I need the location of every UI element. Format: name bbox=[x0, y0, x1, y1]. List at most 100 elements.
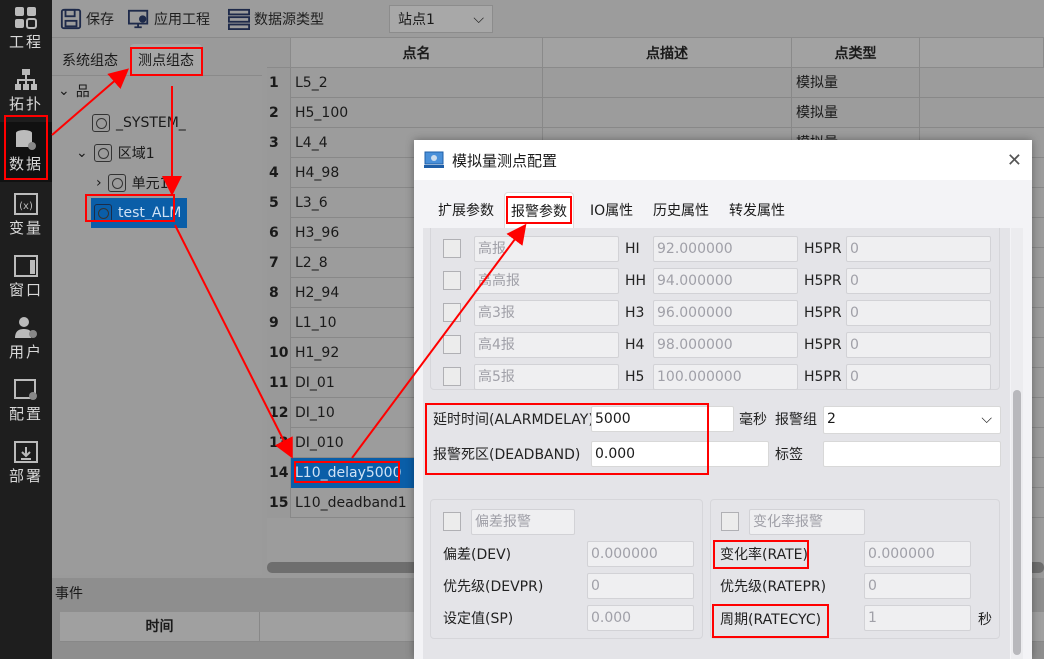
high-alarm-checkbox[interactable] bbox=[443, 335, 461, 354]
apply-label: 应用工程 bbox=[154, 12, 210, 28]
row-number: 3 bbox=[267, 128, 291, 158]
save-button[interactable]: 保存 bbox=[60, 5, 114, 33]
high-alarm-pr[interactable]: 0 bbox=[846, 300, 991, 326]
high-alarm-checkbox[interactable] bbox=[443, 303, 461, 322]
row-number: 6 bbox=[267, 218, 291, 248]
rate-checkbox[interactable] bbox=[721, 512, 739, 531]
col-header-name[interactable]: 点名 bbox=[291, 38, 543, 68]
alarm-delay-input[interactable]: 5000 bbox=[591, 406, 734, 432]
tree-node-area[interactable]: ⌄ 区域1 bbox=[76, 140, 155, 166]
tab-alarm-params[interactable]: 报警参数 bbox=[504, 192, 574, 228]
tab-system-config[interactable]: 系统组态 bbox=[54, 44, 126, 75]
cell-name[interactable]: H5_100 bbox=[291, 98, 543, 128]
high-alarm-checkbox[interactable] bbox=[443, 239, 461, 258]
col-header-type[interactable]: 点类型 bbox=[792, 38, 920, 68]
cell-type[interactable]: 模拟量 bbox=[792, 98, 920, 128]
sidebar-item-window[interactable]: 窗口 bbox=[0, 248, 52, 308]
high-alarm-checkbox[interactable] bbox=[443, 367, 461, 386]
row-number: 12 bbox=[267, 398, 291, 428]
cell-desc[interactable] bbox=[543, 98, 792, 128]
tab-forward-props[interactable]: 转发属性 bbox=[723, 192, 791, 228]
ratecyc-input[interactable]: 1 bbox=[864, 605, 971, 631]
rate-alarm-title: 变化率报警 bbox=[749, 509, 865, 535]
dev-input[interactable]: 0.000000 bbox=[587, 541, 694, 567]
sidebar-item-variable[interactable]: (x) 变量 bbox=[0, 186, 52, 246]
col-header-desc[interactable]: 点描述 bbox=[543, 38, 792, 68]
deadband-input[interactable]: 0.000 bbox=[591, 441, 769, 467]
high-alarm-pr[interactable]: 0 bbox=[846, 268, 991, 294]
high-alarm-pr[interactable]: 0 bbox=[846, 332, 991, 358]
sidebar-item-config[interactable]: 配置 bbox=[0, 372, 52, 432]
tab-extended-params[interactable]: 扩展参数 bbox=[432, 192, 500, 228]
scrollbar-thumb[interactable] bbox=[1013, 390, 1021, 655]
sidebar-item-label: 数据 bbox=[8, 155, 43, 173]
row-number: 13 bbox=[267, 428, 291, 458]
sp-input[interactable]: 0.000 bbox=[587, 605, 694, 631]
tree-root[interactable]: ⌄ 品 bbox=[58, 78, 90, 104]
high-alarm-value[interactable]: 92.000000 bbox=[653, 236, 798, 262]
high-alarm-value[interactable]: 100.000000 bbox=[653, 364, 798, 390]
row-number: 5 bbox=[267, 188, 291, 218]
server-icon bbox=[228, 8, 250, 30]
tree-node-unit[interactable]: › 单元1 bbox=[96, 170, 169, 196]
node-icon bbox=[93, 144, 112, 162]
sidebar-item-label: 工程 bbox=[8, 33, 43, 51]
grid-icon bbox=[15, 7, 37, 29]
ratepr-input[interactable]: 0 bbox=[864, 573, 971, 599]
rate-input[interactable]: 0.000000 bbox=[864, 541, 971, 567]
devpr-input[interactable]: 0 bbox=[587, 573, 694, 599]
tree-node-system[interactable]: _SYSTEM_ bbox=[92, 110, 186, 136]
cell-type[interactable]: 模拟量 bbox=[792, 68, 920, 98]
row-number: 4 bbox=[267, 158, 291, 188]
row-number: 2 bbox=[267, 98, 291, 128]
sidebar-item-label: 变量 bbox=[8, 219, 43, 237]
node-icon bbox=[92, 114, 110, 132]
cell-name[interactable]: L5_2 bbox=[291, 68, 543, 98]
sidebar-item-user[interactable]: 用户 bbox=[0, 310, 52, 370]
table-row[interactable]: 1 L5_2 模拟量 bbox=[267, 68, 1044, 98]
alarm-delay-unit: 毫秒 bbox=[739, 412, 767, 428]
alarm-group-select[interactable]: 2 ⌵ bbox=[823, 406, 1001, 434]
tab-history-props[interactable]: 历史属性 bbox=[647, 192, 715, 228]
sidebar-item-data[interactable]: 数据 bbox=[0, 122, 52, 182]
station-select[interactable]: 站点1 ⌵ bbox=[389, 5, 493, 33]
tag-input[interactable] bbox=[823, 441, 1001, 467]
sidebar-item-deploy[interactable]: 部署 bbox=[0, 434, 52, 494]
high-alarm-pr[interactable]: 0 bbox=[846, 236, 991, 262]
tab-io-props[interactable]: IO属性 bbox=[584, 192, 639, 228]
row-number: 15 bbox=[267, 488, 291, 518]
deviation-alarm-title: 偏差报警 bbox=[471, 509, 575, 535]
deadband-label: 报警死区(DEADBAND) bbox=[433, 447, 581, 463]
close-icon[interactable]: ✕ bbox=[1007, 150, 1022, 171]
tree-node-selected[interactable]: test_ALM bbox=[91, 198, 187, 228]
apply-project-button[interactable]: 应用工程 bbox=[128, 5, 210, 33]
high-alarm-pr-label: H5PR bbox=[804, 305, 842, 321]
sp-label: 设定值(SP) bbox=[443, 611, 514, 627]
database-gear-icon bbox=[16, 130, 36, 150]
deviation-checkbox[interactable] bbox=[443, 512, 461, 531]
high-alarm-value[interactable]: 96.000000 bbox=[653, 300, 798, 326]
node-label: _SYSTEM_ bbox=[116, 115, 186, 131]
high-alarm-value[interactable]: 98.000000 bbox=[653, 332, 798, 358]
high-alarm-pr-label: H5PR bbox=[804, 369, 842, 385]
high-alarm-pr-label: H5PR bbox=[804, 273, 842, 289]
high-alarm-pr[interactable]: 0 bbox=[846, 364, 991, 390]
node-label: 区域1 bbox=[117, 146, 155, 162]
datasource-type-button[interactable]: 数据源类型 bbox=[228, 5, 324, 33]
high-alarm-value[interactable]: 94.000000 bbox=[653, 268, 798, 294]
rate-label: 变化率(RATE) bbox=[720, 547, 808, 563]
events-col-time[interactable]: 时间 bbox=[60, 612, 260, 642]
table-row[interactable]: 2 H5_100 模拟量 bbox=[267, 98, 1044, 128]
analog-point-config-dialog: 模拟量测点配置 ✕ 扩展参数 报警参数 IO属性 历史属性 转发属性 高报 HI… bbox=[414, 140, 1032, 659]
high-alarm-checkbox[interactable] bbox=[443, 271, 461, 290]
tab-point-config[interactable]: 测点组态 bbox=[130, 44, 202, 75]
row-number: 11 bbox=[267, 368, 291, 398]
sidebar-item-topology[interactable]: 拓扑 bbox=[0, 62, 52, 122]
chevron-down-icon: ⌵ bbox=[473, 11, 484, 27]
high-alarm-code: H4 bbox=[625, 337, 645, 353]
variable-icon: (x) bbox=[14, 193, 38, 215]
monitor-gear-icon bbox=[128, 9, 149, 29]
high-alarm-name: 高3报 bbox=[474, 300, 619, 326]
sidebar-item-project[interactable]: 工程 bbox=[0, 0, 52, 60]
cell-desc[interactable] bbox=[543, 68, 792, 98]
